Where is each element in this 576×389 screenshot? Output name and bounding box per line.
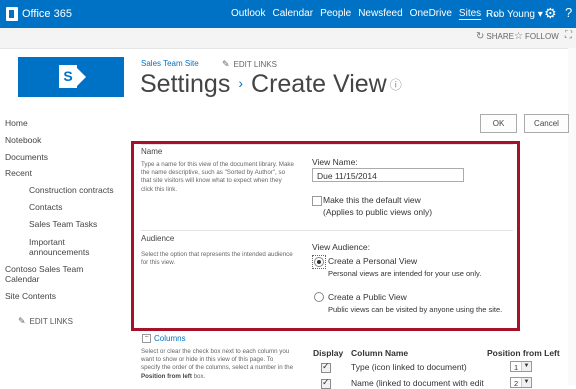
share-icon: ↻ [476,31,485,42]
position-value: 2 [514,379,519,388]
public-view-radio[interactable] [314,292,324,302]
audience-section-heading: Audience [141,234,175,243]
section-divider [141,144,513,145]
nav-item-documents[interactable]: Documents [5,152,48,162]
breadcrumb-site-link[interactable]: Sales Team Site [141,59,199,68]
columns-desc-line: want to show or hide in this view of thi… [141,356,274,364]
follow-label: FOLLOW [524,32,559,41]
columns-description: Select or clear the check box next to ea… [141,348,306,381]
suite-nav-calendar[interactable]: Calendar [272,8,313,19]
focus-content-icon[interactable]: ⛶ [565,30,572,41]
nav-item-calendar[interactable]: Calendar [5,274,40,284]
edit-links-nav[interactable]: ✎ EDIT LINKS [18,316,73,327]
column-display-checkbox[interactable] [321,361,331,373]
suite-nav-newsfeed[interactable]: Newsfeed [358,8,402,19]
action-bar: ↻ SHARE ☆ FOLLOW ⛶ [0,28,576,49]
office365-brand[interactable]: Office 365 [6,7,72,21]
suite-nav-people[interactable]: People [320,8,351,19]
pencil-icon: ✎ [222,59,230,69]
help-icon[interactable]: ? [565,5,572,20]
info-icon[interactable]: ⓘ [390,78,402,92]
edit-links-top[interactable]: ✎ EDIT LINKS [222,59,277,70]
suite-nav-onedrive[interactable]: OneDrive [410,8,452,19]
sharepoint-arrow-icon [77,68,86,86]
nav-item-contoso-sales-team[interactable]: Contoso Sales Team [5,264,83,274]
view-name-label: View Name: [312,157,358,167]
nav-item-notebook[interactable]: Notebook [5,135,41,145]
column-name-header: Column Name [351,348,409,358]
site-logo[interactable]: S [18,57,124,97]
audience-desc-line: Select the option that represents the in… [141,251,293,258]
name-desc-line: Type a name for this view of the documen… [141,161,294,168]
name-section-description: Type a name for this view of the documen… [141,161,309,194]
name-desc-line: click this link. [141,185,178,193]
suite-nav-outlook[interactable]: Outlook [231,8,265,19]
default-view-checkbox[interactable] [312,196,322,206]
name-section-heading: Name [141,147,163,156]
ok-button[interactable]: OK [480,114,517,133]
name-desc-line: the name descriptive, such as "Sorted by… [141,169,286,177]
share-button[interactable]: ↻ SHARE [476,31,514,42]
star-icon: ☆ [514,31,523,42]
position-select[interactable]: 1 ▼ [510,361,532,372]
nav-item-announcements[interactable]: announcements [29,247,90,257]
cancel-button[interactable]: Cancel [524,114,569,133]
collapse-icon: − [142,334,151,344]
name-desc-line: that site visitors will know what to exp… [141,177,282,185]
public-view-label: Create a Public View [328,292,407,302]
follow-button[interactable]: ☆ FOLLOW [514,31,559,42]
default-view-label: Make this the default view [323,195,421,205]
pencil-icon: ✎ [18,316,26,326]
scrollbar[interactable] [568,48,576,385]
personal-view-hint: Personal views are intended for your use… [328,269,482,278]
gear-icon[interactable]: ⚙ [544,5,557,22]
edit-links-label: EDIT LINKS [233,60,277,69]
suite-nav-sites[interactable]: Sites [459,8,481,19]
columns-desc-tail: box. [191,372,206,380]
columns-desc-line: specify the order of the columns, select… [141,364,294,372]
breadcrumb-separator-icon: › [238,75,244,91]
nav-item-recent[interactable]: Recent [5,168,32,178]
edit-links-nav-label: EDIT LINKS [29,317,73,326]
column-display-checkbox[interactable] [321,377,331,389]
personal-view-radio[interactable] [314,257,324,267]
columns-desc-bold: Position from left [141,372,192,380]
sharepoint-s-icon: S [59,65,77,88]
page-title-create-view: Create View [251,70,387,98]
columns-desc-line: Position from left box. [141,373,306,381]
nav-item-site-contents[interactable]: Site Contents [5,291,56,301]
view-name-input[interactable]: Due 11/15/2014 [312,168,464,182]
dropdown-caret-icon: ▼ [521,362,531,371]
audience-section-description: Select the option that represents the in… [141,251,309,267]
nav-item-contacts[interactable]: Contacts [29,202,63,212]
share-label: SHARE [486,32,514,41]
office-logo-icon [6,7,18,21]
nav-item-construction-contracts[interactable]: Construction contracts [29,185,114,195]
public-view-hint: Public views can be visited by anyone us… [328,305,503,314]
page-title: Settings › Create View ⓘ [140,70,402,99]
columns-desc-line: Select or clear the check box next to ea… [141,348,290,355]
nav-item-important[interactable]: Important [29,237,65,247]
nav-item-sales-team-tasks[interactable]: Sales Team Tasks [29,219,97,229]
brand-label: Office 365 [22,8,72,20]
dropdown-caret-icon: ▼ [521,378,531,387]
section-divider [141,230,513,231]
user-menu[interactable]: Rob Young ▾ [486,9,543,20]
columns-section-toggle[interactable]: − Columns [142,334,186,344]
default-view-hint: (Applies to public views only) [323,207,433,217]
column-name: Type (icon linked to document) [351,362,467,372]
suite-bar: Office 365 Outlook Calendar People Newsf… [0,0,576,28]
page-title-settings[interactable]: Settings [140,70,230,98]
column-name: Name (linked to document with edit [351,378,484,388]
position-column-header: Position from Left [487,348,560,358]
position-select[interactable]: 2 ▼ [510,377,532,388]
position-value: 1 [514,363,519,372]
display-column-header: Display [313,348,344,358]
nav-item-home[interactable]: Home [5,118,28,128]
columns-label: Columns [154,334,186,343]
view-audience-label: View Audience: [312,242,370,252]
audience-desc-line: for this view. [141,259,176,267]
suite-nav: Outlook Calendar People Newsfeed OneDriv… [231,8,505,19]
personal-view-label: Create a Personal View [328,256,418,266]
